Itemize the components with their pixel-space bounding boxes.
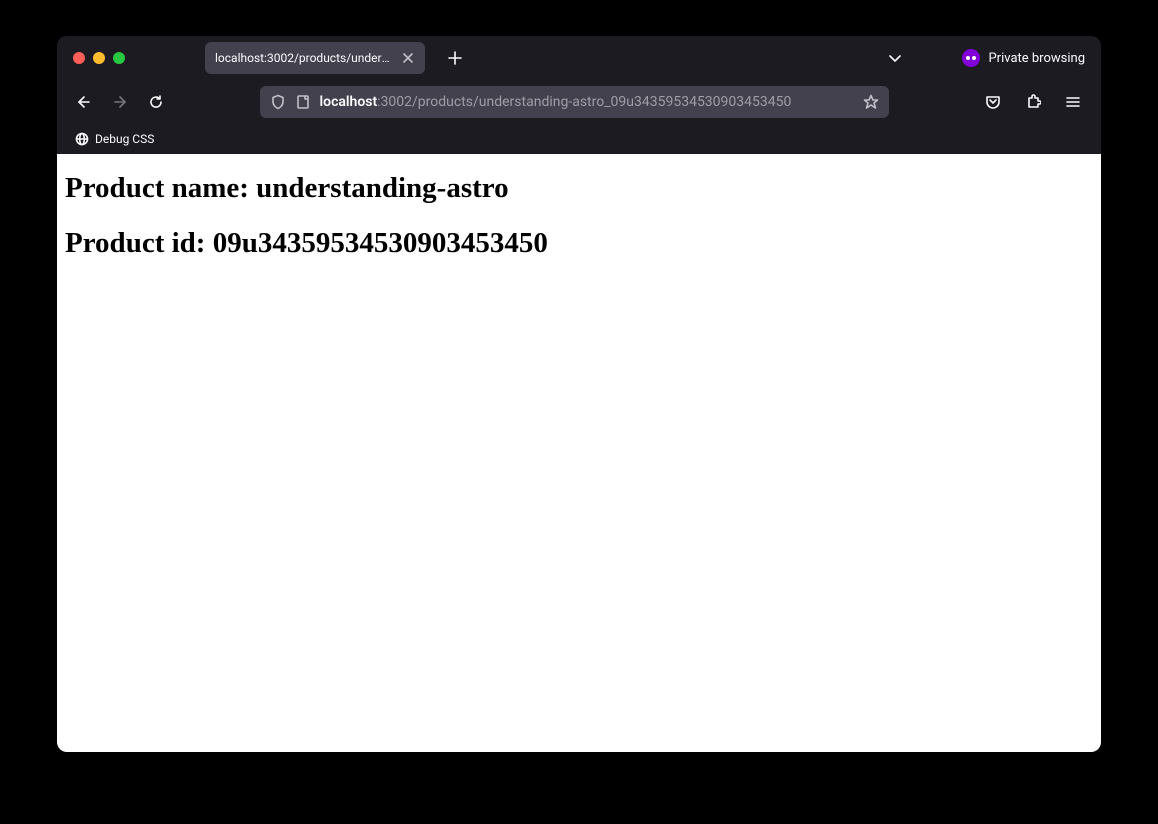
bookmarks-toolbar: Debug CSS — [57, 124, 1101, 154]
private-mask-icon — [962, 49, 980, 67]
url-text: localhost:3002/products/understanding-as… — [320, 94, 853, 110]
arrow-left-icon — [76, 94, 92, 110]
bookmark-label: Debug CSS — [95, 132, 154, 146]
product-id-heading: Product id: 09u34359534530903453450 — [65, 227, 1093, 260]
arrow-right-icon — [112, 94, 128, 110]
tab-title: localhost:3002/products/understand — [215, 51, 393, 65]
bookmark-item-debug-css[interactable]: Debug CSS — [71, 128, 158, 150]
window-controls — [73, 52, 125, 64]
globe-icon — [75, 132, 89, 146]
close-icon — [402, 52, 414, 64]
reload-icon — [148, 94, 164, 110]
forward-button[interactable] — [107, 88, 133, 116]
browser-tab[interactable]: localhost:3002/products/understand — [205, 42, 425, 74]
save-to-pocket-button[interactable] — [979, 88, 1007, 116]
private-browsing-indicator: Private browsing — [962, 49, 1085, 67]
back-button[interactable] — [71, 88, 97, 116]
browser-window: localhost:3002/products/understand — [57, 36, 1101, 752]
pocket-icon — [985, 94, 1001, 110]
navigation-toolbar: localhost:3002/products/understanding-as… — [57, 80, 1101, 124]
puzzle-icon — [1025, 94, 1041, 110]
extensions-button[interactable] — [1019, 88, 1047, 116]
new-tab-button[interactable] — [441, 44, 469, 72]
reload-button[interactable] — [143, 88, 169, 116]
app-menu-button[interactable] — [1059, 88, 1087, 116]
chevron-down-icon — [888, 51, 902, 65]
plus-icon — [448, 51, 462, 65]
tab-bar: localhost:3002/products/understand — [57, 36, 1101, 80]
bookmark-star-button[interactable] — [863, 94, 879, 110]
close-window-button[interactable] — [73, 52, 85, 64]
hamburger-icon — [1065, 94, 1081, 110]
close-tab-button[interactable] — [401, 51, 415, 65]
private-browsing-label: Private browsing — [988, 51, 1085, 66]
minimize-window-button[interactable] — [93, 52, 105, 64]
page-content: Product name: understanding-astro Produc… — [57, 154, 1101, 752]
star-icon — [863, 94, 879, 110]
shield-icon[interactable] — [270, 94, 286, 110]
maximize-window-button[interactable] — [113, 52, 125, 64]
product-name-heading: Product name: understanding-astro — [65, 172, 1093, 205]
page-info-icon[interactable] — [296, 95, 310, 109]
list-all-tabs-button[interactable] — [884, 47, 906, 69]
address-bar[interactable]: localhost:3002/products/understanding-as… — [260, 86, 889, 118]
